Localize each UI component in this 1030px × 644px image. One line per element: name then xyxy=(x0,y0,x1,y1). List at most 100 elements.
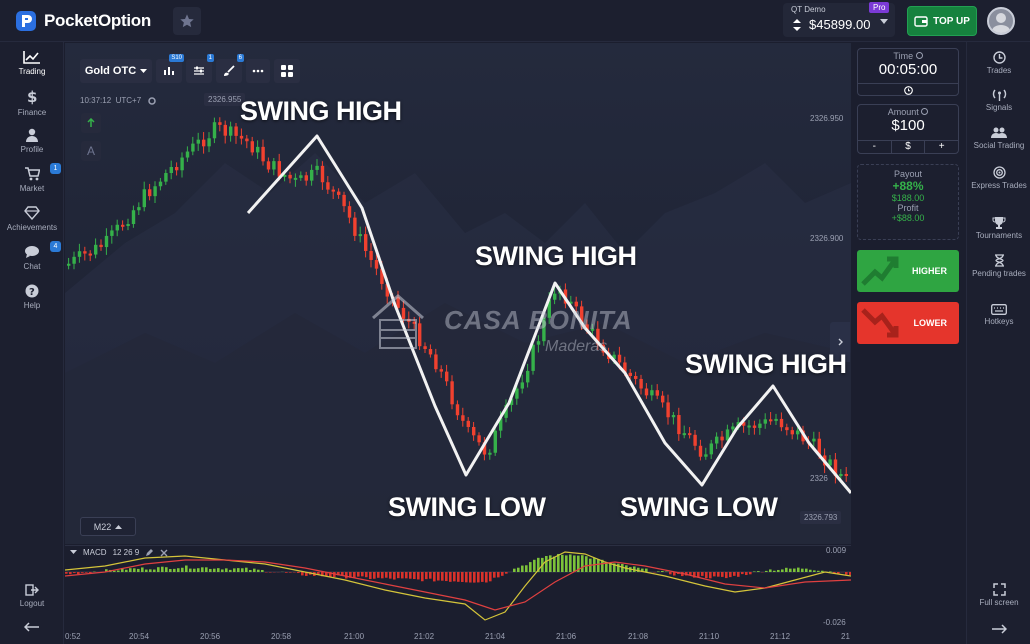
macd-histogram-bar xyxy=(493,572,496,578)
amount-plus-button[interactable]: + xyxy=(925,141,958,154)
user-avatar-icon xyxy=(992,13,1010,33)
rnav-label: Trades xyxy=(986,66,1012,75)
macd-histogram-bar xyxy=(157,567,160,572)
nav-item-help[interactable]: ? Help xyxy=(0,284,64,310)
more-button[interactable] xyxy=(246,59,270,83)
time-panel[interactable]: Time 00:05:00 xyxy=(857,48,959,96)
candle xyxy=(288,174,292,179)
more-icon xyxy=(252,69,264,73)
wallet-icon xyxy=(914,16,928,27)
annotation-swing-low-1: SWING LOW xyxy=(388,492,546,522)
nav-item-market[interactable]: Market 1 xyxy=(0,163,64,193)
top-bar: PocketOption QT Demo $45899.00 Pro TOP U… xyxy=(0,0,1030,42)
amount-panel[interactable]: Amount $100 - $ + xyxy=(857,104,959,154)
topup-button[interactable]: TOP UP xyxy=(907,6,977,36)
chart-canvas xyxy=(65,43,851,544)
candle xyxy=(445,371,449,382)
macd-histogram-bar xyxy=(769,569,772,572)
chart-toolbar: Gold OTC S10 1 6 xyxy=(80,54,300,83)
expand-right-button[interactable] xyxy=(967,624,1030,636)
fullscreen-button[interactable]: Full screen xyxy=(967,583,1030,608)
timeframe-select[interactable]: M22 xyxy=(80,517,136,536)
macd-histogram-bar xyxy=(597,559,600,572)
price-chart[interactable] xyxy=(65,43,851,544)
higher-button[interactable]: HIGHER xyxy=(857,250,959,292)
logo[interactable]: PocketOption xyxy=(14,9,151,33)
rnav-item-social-trading[interactable]: Social Trading xyxy=(967,126,1030,151)
collapse-button[interactable] xyxy=(0,622,64,635)
candle xyxy=(310,169,314,181)
candle xyxy=(720,436,724,441)
buy-marker-button[interactable] xyxy=(81,113,101,133)
macd-histogram-bar xyxy=(521,565,524,572)
macd-histogram-bar xyxy=(457,572,460,582)
macd-histogram-bar xyxy=(177,568,180,572)
macd-histogram-bar xyxy=(417,572,420,580)
candle xyxy=(67,263,71,266)
macd-histogram-bar xyxy=(469,572,472,583)
candle xyxy=(261,146,265,162)
favorite-button[interactable] xyxy=(173,7,201,35)
rnav-item-express-trades[interactable]: Express Trades xyxy=(967,166,1030,191)
rnav-item-trades[interactable]: Trades xyxy=(967,51,1030,76)
macd-histogram-bar xyxy=(489,572,492,582)
nav-item-achievements[interactable]: Achievements xyxy=(0,206,64,232)
timeframe-button[interactable]: S10 xyxy=(156,54,184,83)
macd-histogram-bar xyxy=(209,568,212,572)
candle xyxy=(439,369,443,372)
candle xyxy=(844,473,848,476)
candle xyxy=(121,224,125,227)
rnav-item-signals[interactable]: Signals xyxy=(967,88,1030,113)
macd-histogram-bar xyxy=(245,567,248,572)
lower-button[interactable]: LOWER xyxy=(857,302,959,344)
rnav-item-pending-trades[interactable]: Pending trades xyxy=(967,254,1030,279)
time-tick: 21 xyxy=(841,632,850,641)
candle xyxy=(553,293,557,300)
macd-histogram-bar xyxy=(809,569,812,572)
help-icon xyxy=(921,108,929,115)
avatar[interactable] xyxy=(987,7,1015,35)
candle xyxy=(650,390,654,396)
candle xyxy=(180,157,184,171)
fullscreen-icon xyxy=(992,583,1006,596)
macd-histogram-bar xyxy=(185,565,188,572)
nav-item-trading[interactable]: Trading xyxy=(0,50,64,76)
logout-button[interactable]: Logout xyxy=(0,584,64,608)
text-tool-button[interactable]: A xyxy=(81,141,101,161)
macd-histogram-bar xyxy=(573,555,576,572)
macd-histogram-bar xyxy=(249,569,252,572)
house-icon xyxy=(372,294,424,349)
rnav-item-tournaments[interactable]: Tournaments xyxy=(967,216,1030,241)
help-icon xyxy=(915,52,923,59)
rnav-item-hotkeys[interactable]: Hotkeys xyxy=(967,304,1030,327)
bar-chart-icon xyxy=(164,67,174,75)
nav-item-profile[interactable]: Profile xyxy=(0,128,64,154)
candle xyxy=(256,146,260,153)
nav-label: Trading xyxy=(18,67,46,76)
layout-button[interactable] xyxy=(274,59,300,83)
candle xyxy=(347,206,352,218)
candle xyxy=(536,341,541,345)
candle xyxy=(126,224,130,227)
pencil-icon[interactable] xyxy=(145,548,154,557)
macd-histogram-bar xyxy=(301,572,304,576)
macd-histogram-bar xyxy=(453,572,456,582)
indicators-button[interactable]: 1 xyxy=(186,54,214,83)
macd-histogram-bar xyxy=(257,569,260,572)
time-clock-button[interactable] xyxy=(858,83,958,96)
currency-button[interactable]: $ xyxy=(892,141,926,154)
asset-selector[interactable]: Gold OTC xyxy=(80,59,152,83)
candle xyxy=(158,181,163,187)
nav-label: Achievements xyxy=(6,223,58,232)
macd-canvas xyxy=(64,551,852,621)
drawings-button[interactable]: 6 xyxy=(216,54,244,83)
candle xyxy=(450,381,454,405)
macd-histogram-bar xyxy=(193,568,196,572)
nav-item-finance[interactable]: $ Finance xyxy=(0,89,64,117)
candle xyxy=(94,244,98,255)
amount-minus-button[interactable]: - xyxy=(858,141,892,154)
chevron-down-icon[interactable] xyxy=(70,550,77,555)
close-icon[interactable] xyxy=(160,549,168,557)
nav-item-chat[interactable]: Chat 4 xyxy=(0,241,64,271)
macd-histogram-bar xyxy=(65,572,68,574)
